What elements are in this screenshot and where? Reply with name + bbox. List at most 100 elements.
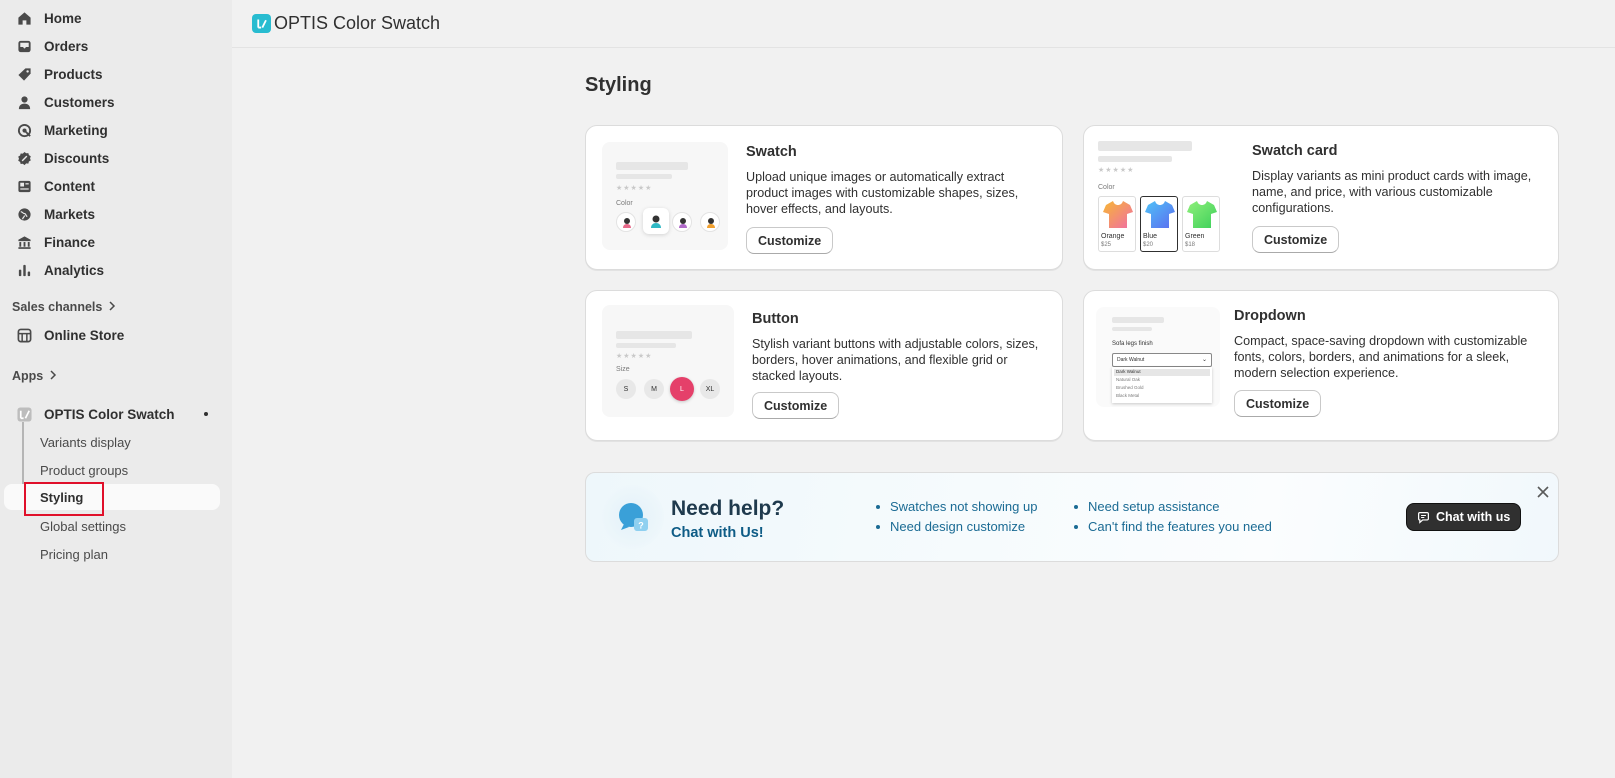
help-topic[interactable]: Need design customize [874,517,1037,537]
dropdown-option: Black Metal [1116,393,1140,398]
dropdown-option: Dark Walnut [1116,369,1141,374]
sidebar-item-label: Discounts [44,150,110,166]
rating-stars: ★★★★★ [616,185,653,192]
pin-dot-icon[interactable] [204,412,208,416]
card-description: Compact, space-saving dropdown with cust… [1234,334,1528,380]
sidebar-subitem-label: Product groups [40,462,129,478]
sidebar-item-label: Orders [44,38,89,54]
app-header: OPTIS Color Swatch [232,0,1615,48]
button-customize-button[interactable]: Customize [752,392,840,419]
mini-card-price: $20 [1143,242,1154,248]
swatch-option [672,212,692,232]
sidebar-item-finance[interactable]: Finance [4,229,220,255]
size-option-selected: L [670,377,694,401]
sidebar-item-products[interactable]: Products [4,61,220,87]
dropdown-preview-label: Sofa legs finish [1112,341,1153,347]
swatch-card-customize-button[interactable]: Customize [1252,226,1340,253]
sidebar-item-label: Content [44,178,95,194]
tshirt-green-icon [1187,201,1217,228]
sidebar-item-optis-app[interactable]: OPTIS Color Swatch [4,401,220,427]
placeholder-bar [1112,327,1152,331]
sidebar-item-orders[interactable]: Orders [4,33,220,59]
dropdown-customize-button[interactable]: Customize [1234,390,1322,417]
close-icon[interactable] [1534,483,1552,501]
placeholder-bar [1098,156,1172,162]
sidebar-item-label: Customers [44,94,115,110]
chevron-down-icon: ⌄ [1201,357,1207,363]
chevron-right-icon [108,300,116,314]
swatch-preview-label: Color [616,200,633,207]
chat-with-us-button[interactable]: Chat with us [1406,503,1522,531]
help-topic[interactable]: Need setup assistance [1072,497,1272,517]
svg-text:?: ? [638,521,644,531]
help-topics-list: Swatches not showing up Need design cust… [874,497,1037,537]
sidebar-item-markets[interactable]: Markets [4,201,220,227]
sidebar-item-analytics[interactable]: Analytics [4,257,220,283]
card-description: Upload unique images or automatically ex… [746,170,1019,216]
sidebar-item-content[interactable]: Content [4,173,220,199]
size-option: S [616,379,636,399]
help-banner: ? Need help? Chat with Us! Swatches not … [585,472,1559,562]
sidebar-item-label: Products [44,66,103,82]
sidebar-item-home[interactable]: Home [4,5,220,31]
mini-product-card: Orange $25 [1098,196,1136,252]
sidebar-item-label: Online Store [44,327,125,343]
swatch-customize-button[interactable]: Customize [746,227,834,254]
mini-product-card: Green $18 [1182,196,1220,252]
bank-icon [16,234,32,250]
sales-channels-label: Sales channels [12,300,103,314]
app-logo-icon [252,14,271,33]
sidebar-item-online-store[interactable]: Online Store [4,322,220,348]
mini-card-price: $18 [1185,242,1196,248]
sidebar-item-customers[interactable]: Customers [4,89,220,115]
mini-card-name: Green [1185,233,1205,240]
card-description: Display variants as mini product cards w… [1252,169,1532,215]
swatch-preview: ★★★★★ Color [602,142,728,250]
dropdown-menu: Dark Walnut Natural Oak Brushed Gold Bla… [1112,367,1212,403]
home-icon [16,10,32,26]
chat-bubble-icon: ? [619,503,648,531]
dropdown-preview: Sofa legs finish Dark Walnut ⌄ Dark Waln… [1096,307,1220,407]
sidebar-item-label: OPTIS Color Swatch [44,406,175,422]
placeholder-bar [1098,141,1192,151]
sidebar-subitem-variants-display[interactable]: Variants display [4,429,220,455]
sidebar-item-label: Marketing [44,122,108,138]
sidebar-subitem-global-settings[interactable]: Global settings [4,513,220,539]
card-button: ★★★★★ Size S M L XL Button Stylish varia… [585,290,1063,441]
placeholder-bar [616,162,688,170]
chat-button-label: Chat with us [1436,510,1511,524]
rating-stars: ★★★★★ [616,353,653,360]
sidebar-subitem-label: Global settings [40,518,126,534]
button-preview: ★★★★★ Size S M L XL [602,305,734,417]
sidebar-item-discounts[interactable]: Discounts [4,145,220,171]
dropdown-option: Brushed Gold [1116,385,1144,390]
sidebar-item-marketing[interactable]: Marketing [4,117,220,143]
card-title: Swatch card [1252,143,1338,159]
swatch-option [700,212,720,232]
size-option: M [644,379,664,399]
tag-icon [16,66,32,82]
mini-card-price: $25 [1101,242,1112,248]
target-icon [16,122,32,138]
sidebar-item-label: Home [44,10,82,26]
placeholder-bar [1112,317,1164,323]
help-topic[interactable]: Can't find the features you need [1072,517,1272,537]
swatch-option [616,212,636,232]
placeholder-bar [616,343,676,348]
sales-channels-header[interactable]: Sales channels [12,300,116,314]
sidebar: Home Orders Products Customers Marketing… [0,0,232,778]
globe-icon [16,206,32,222]
apps-header[interactable]: Apps [12,369,57,383]
sidebar-subitem-pricing-plan[interactable]: Pricing plan [4,541,220,567]
sidebar-subitem-label: Pricing plan [40,546,108,562]
help-title: Need help? [671,497,785,520]
sidebar-subitem-product-groups[interactable]: Product groups [4,457,220,483]
size-option: XL [700,379,720,399]
help-topic[interactable]: Swatches not showing up [874,497,1037,517]
swatch-option-selected [643,208,669,234]
app-title: OPTIS Color Swatch [274,13,441,33]
mini-product-card-selected: Blue $20 [1140,196,1178,252]
sidebar-subitem-label: Variants display [40,434,131,450]
button-preview-label: Size [616,366,630,373]
swatch-card-preview-label: Color [1098,184,1115,191]
